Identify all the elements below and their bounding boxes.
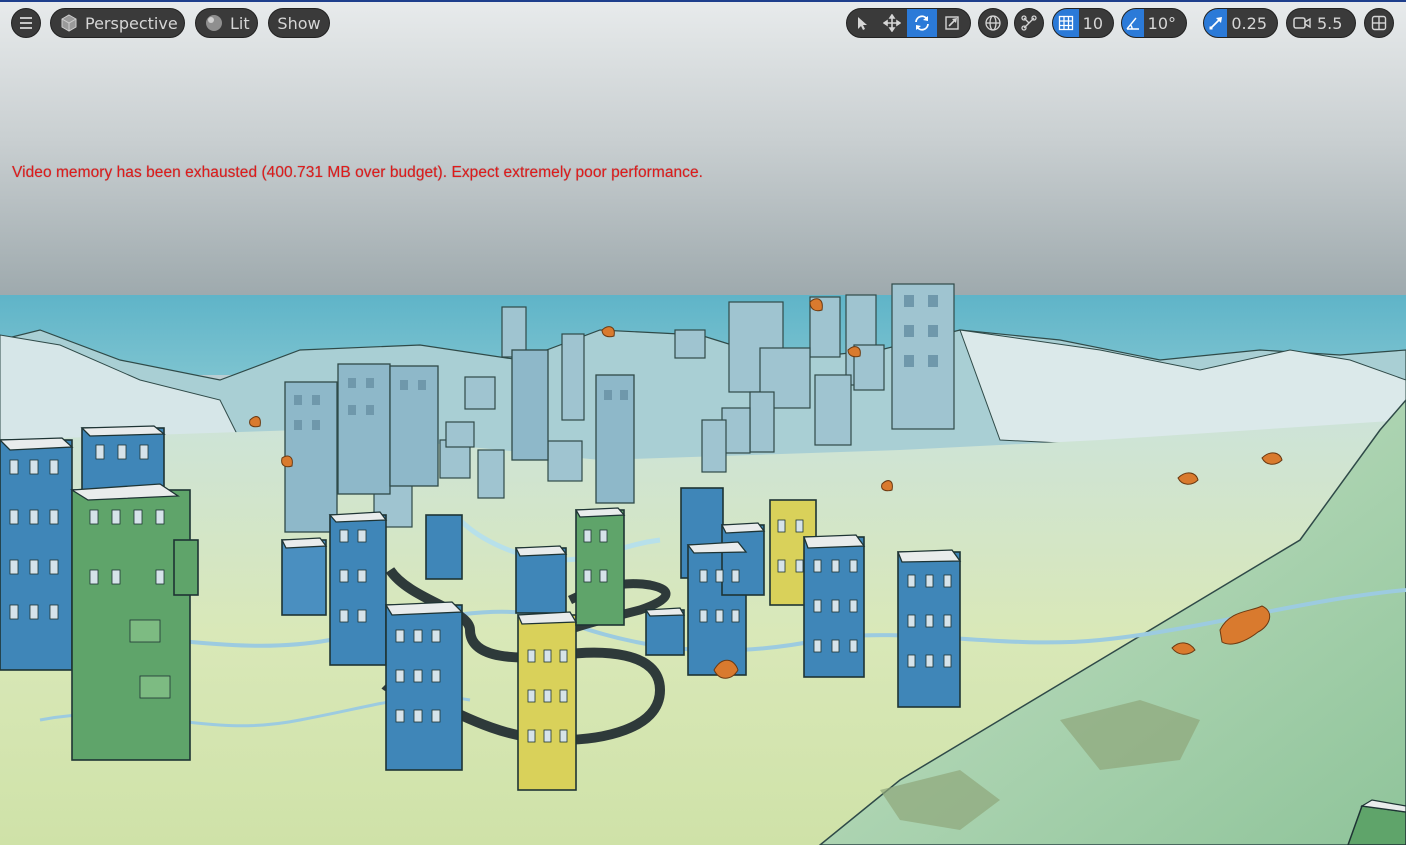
viewport-top-border	[0, 0, 1406, 2]
scene-render	[0, 0, 1406, 845]
show-label: Show	[277, 13, 321, 33]
grid-icon	[1058, 15, 1074, 31]
scale-snap-toggle[interactable]	[1204, 9, 1228, 37]
camera-speed-value[interactable]: 5.5	[1317, 9, 1352, 37]
grid-snap-toggle[interactable]	[1053, 9, 1079, 37]
surface-snapping-button[interactable]	[1014, 8, 1044, 38]
camera-icon	[1293, 16, 1311, 30]
scale-arrow-icon	[1208, 15, 1224, 31]
viewport-layout-button[interactable]	[1364, 8, 1394, 38]
select-arrow-icon	[854, 15, 870, 31]
scale-snap-group: 0.25	[1203, 8, 1278, 38]
rotation-snap-group: 10°	[1121, 8, 1187, 38]
camera-speed-group: 5.5	[1286, 8, 1356, 38]
lighting-mode-label: Lit	[230, 13, 250, 33]
viewport-options-button[interactable]	[11, 8, 41, 38]
rotate-mode-button[interactable]	[907, 9, 937, 37]
transform-tools-group	[846, 8, 971, 38]
rotation-snap-value[interactable]: 10°	[1144, 9, 1186, 37]
grid-snap-group: 10	[1052, 8, 1114, 38]
sphere-icon	[204, 13, 224, 33]
camera-speed-button[interactable]	[1287, 9, 1317, 37]
hamburger-menu-icon	[18, 16, 34, 30]
scale-mode-button[interactable]	[937, 9, 967, 37]
cube-icon	[59, 13, 79, 33]
globe-icon	[984, 14, 1002, 32]
view-mode-label: Perspective	[85, 13, 178, 33]
lighting-mode-button[interactable]: Lit	[195, 8, 258, 38]
select-mode-button[interactable]	[847, 9, 877, 37]
grid-snap-value[interactable]: 10	[1079, 9, 1113, 37]
rotate-icon	[913, 14, 931, 32]
scale-snap-value[interactable]: 0.25	[1227, 9, 1277, 37]
surface-snap-icon	[1020, 14, 1038, 32]
angle-icon	[1125, 15, 1141, 31]
show-flags-button[interactable]: Show	[268, 8, 330, 38]
translate-icon	[883, 14, 901, 32]
video-memory-warning: Video memory has been exhausted (400.731…	[12, 164, 703, 181]
coordinate-system-button[interactable]	[978, 8, 1008, 38]
level-viewport[interactable]: Perspective Lit Show 10 10° 0.25 5.5 Vid…	[0, 0, 1406, 845]
rotation-snap-toggle[interactable]	[1122, 9, 1144, 37]
scale-icon	[944, 15, 960, 31]
sky	[0, 0, 1406, 310]
view-mode-button[interactable]: Perspective	[50, 8, 185, 38]
translate-mode-button[interactable]	[877, 9, 907, 37]
layout-grid-icon	[1371, 15, 1387, 31]
